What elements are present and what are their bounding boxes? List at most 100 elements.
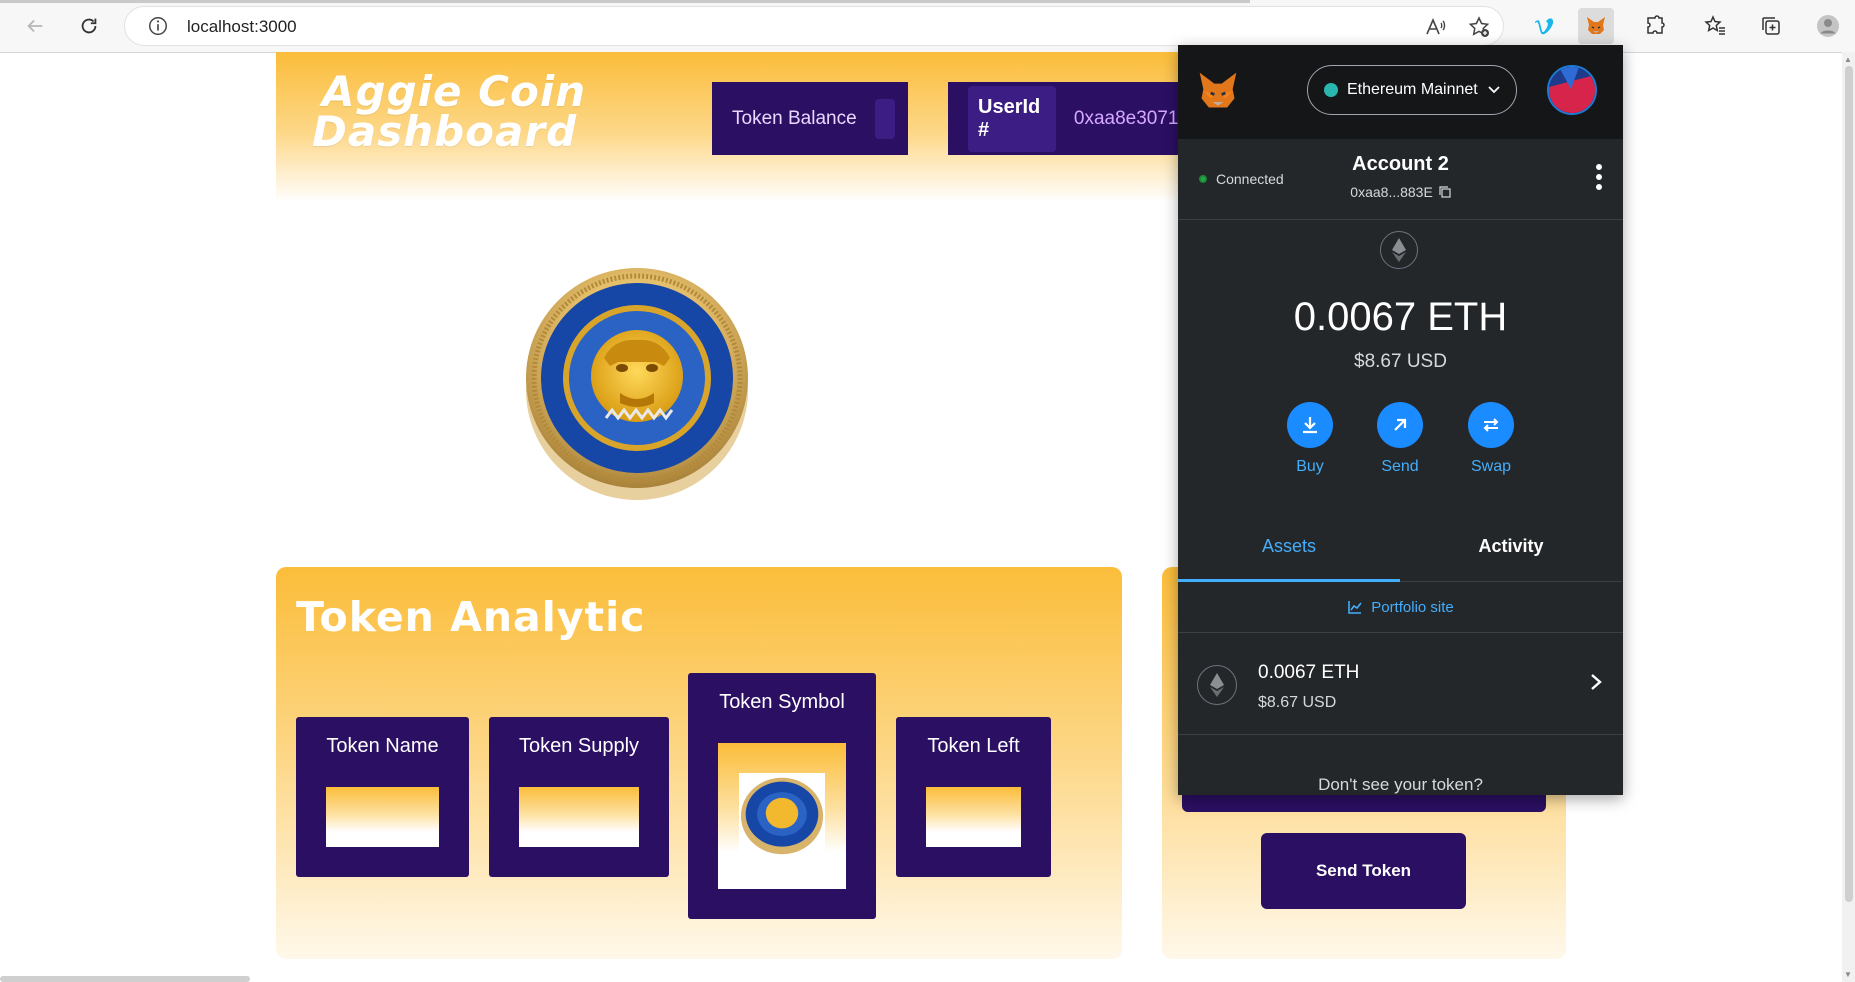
download-icon — [1303, 417, 1317, 434]
scroll-up-arrow[interactable]: ▲ — [1844, 55, 1852, 64]
favorites-button[interactable] — [1697, 8, 1733, 44]
token-symbol-coin-image — [739, 773, 825, 859]
account-balance: 0.0067 ETH — [1293, 295, 1508, 339]
refresh-icon — [81, 18, 97, 34]
token-left-value — [926, 787, 1021, 847]
token-name-value — [326, 787, 439, 847]
account-avatar-image — [1549, 67, 1595, 113]
swap-icon — [1483, 418, 1499, 432]
add-favorite-button[interactable] — [1461, 9, 1497, 45]
token-left-label: Token Left — [927, 735, 1020, 757]
chevron-right-icon — [1591, 674, 1602, 690]
network-name: Ethereum Mainnet — [1347, 81, 1478, 98]
swap-button[interactable]: Swap — [1461, 402, 1521, 476]
portfolio-site-link[interactable]: Portfolio site — [1178, 582, 1623, 633]
profile-button[interactable] — [1810, 8, 1846, 44]
read-aloud-button[interactable] — [1417, 9, 1453, 45]
token-analytic-title: Token Analytic — [296, 593, 646, 641]
back-arrow-icon — [27, 19, 43, 33]
swap-label: Swap — [1470, 458, 1512, 475]
info-icon[interactable] — [147, 15, 169, 37]
refresh-button[interactable] — [71, 8, 107, 44]
asset-row-eth[interactable]: 0.0067 ETH $8.67 USD — [1178, 632, 1623, 735]
dont-see-token-text: Don't see your token? — [1318, 775, 1483, 794]
kebab-menu-icon[interactable] — [1595, 163, 1603, 191]
dashboard-title: Aggie Coin Dashboard — [312, 67, 587, 156]
add-favorite-icon — [1468, 16, 1490, 37]
asset-usd-value: $8.67 USD — [1258, 694, 1337, 711]
token-left-card: Token Left — [896, 717, 1051, 877]
token-supply-value — [519, 787, 639, 847]
metamask-fox-icon — [1587, 17, 1605, 34]
favorites-icon — [1704, 15, 1725, 35]
url-text[interactable]: localhost:3000 — [187, 17, 297, 37]
scroll-down-arrow[interactable]: ▼ — [1844, 970, 1852, 979]
send-circle — [1377, 402, 1423, 448]
token-balance-value — [874, 98, 895, 139]
account-address[interactable]: 0xaa8...883E — [1178, 184, 1623, 200]
extensions-icon — [1647, 15, 1665, 34]
buy-circle — [1287, 402, 1333, 448]
userid-label: UserId # — [968, 85, 1056, 152]
token-balance-box: Token Balance — [712, 82, 908, 155]
scroll-thumb[interactable] — [1845, 66, 1853, 902]
back-button[interactable] — [17, 8, 53, 44]
userid-value: 0xaa8e3071c — [1073, 107, 1188, 129]
profile-icon — [1817, 15, 1839, 37]
metamask-header: Ethereum Mainnet — [1178, 45, 1623, 139]
tab-activity[interactable]: Activity — [1400, 530, 1622, 582]
connected-status-icon — [1199, 175, 1207, 183]
horizontal-scrollbar[interactable] — [0, 976, 250, 982]
vimeo-icon — [1535, 18, 1554, 35]
account-name[interactable]: Account 2 — [1178, 153, 1623, 176]
collections-icon — [1762, 17, 1780, 35]
send-token-button[interactable]: Send Token — [1261, 833, 1466, 909]
token-analytic-panel: Token Analytic Token Name Token Supply T… — [276, 567, 1122, 959]
tab-assets[interactable]: Assets — [1178, 530, 1400, 582]
send-label: Send — [1381, 458, 1419, 475]
chevron-down-icon — [1488, 86, 1500, 94]
extensions-button[interactable] — [1637, 8, 1673, 44]
token-symbol-frame — [718, 743, 846, 889]
token-name-label: Token Name — [326, 735, 439, 757]
title-line-2: Dashboard — [312, 107, 578, 156]
dashboard-header: Aggie Coin Dashboard Token Balance UserI… — [276, 52, 1276, 202]
metamask-popup: Ethereum Mainnet Connected Account 2 0xa… — [1178, 45, 1623, 795]
read-aloud-icon — [1426, 17, 1446, 35]
portfolio-site-label: Portfolio site — [1371, 598, 1454, 616]
aggie-coin-image — [526, 268, 748, 500]
token-name-card: Token Name — [296, 717, 469, 877]
address-bar[interactable]: localhost:3000 — [124, 6, 1504, 46]
ethereum-asset-icon — [1197, 665, 1237, 705]
account-bar: Connected Account 2 0xaa8...883E — [1178, 139, 1623, 220]
vertical-scrollbar[interactable]: ▲ ▼ — [1842, 52, 1855, 982]
network-status-dot — [1324, 83, 1338, 97]
ethereum-asset-glyph — [1210, 673, 1224, 697]
title-line-1: Aggie Coin — [322, 67, 587, 116]
buy-label: Buy — [1296, 458, 1324, 475]
loading-progress-bar — [0, 0, 1250, 3]
metamask-logo[interactable] — [1196, 69, 1240, 113]
account-avatar[interactable] — [1547, 65, 1597, 115]
collections-button[interactable] — [1753, 8, 1789, 44]
metamask-extension[interactable] — [1578, 8, 1614, 44]
token-balance-label: Token Balance — [732, 107, 857, 129]
ethereum-icon — [1380, 231, 1418, 269]
swap-circle — [1468, 402, 1514, 448]
token-symbol-card: Token Symbol — [688, 673, 876, 919]
vimeo-extension[interactable] — [1526, 8, 1562, 44]
token-supply-card: Token Supply — [489, 717, 669, 877]
userid-box: UserId # 0xaa8e3071c — [948, 82, 1188, 155]
chart-icon — [1348, 601, 1362, 614]
ethereum-glyph — [1392, 238, 1406, 262]
copy-icon[interactable] — [1439, 186, 1451, 198]
send-button[interactable]: Send — [1370, 402, 1430, 476]
account-address-text: 0xaa8...883E — [1350, 184, 1433, 200]
buy-button[interactable]: Buy — [1280, 402, 1340, 476]
network-selector[interactable]: Ethereum Mainnet — [1307, 65, 1517, 115]
send-arrow-icon — [1394, 418, 1407, 431]
token-symbol-label: Token Symbol — [719, 691, 845, 713]
asset-amount: 0.0067 ETH — [1258, 662, 1360, 683]
token-supply-label: Token Supply — [518, 735, 640, 757]
account-balance-usd: $8.67 USD — [1354, 351, 1447, 372]
